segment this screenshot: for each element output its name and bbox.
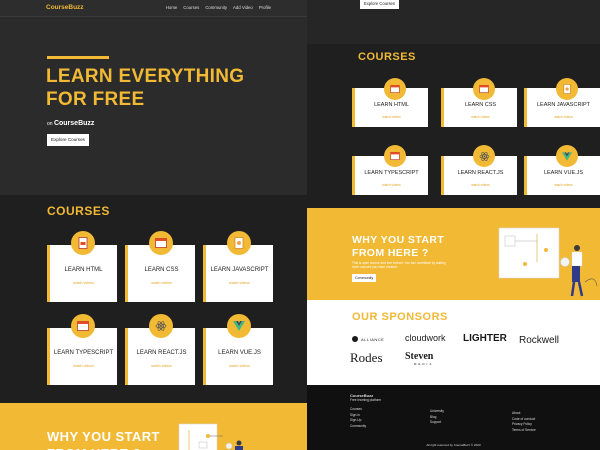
watch-videos-link[interactable]: watch videos bbox=[206, 281, 273, 285]
why-start-text: This is open source and free forever. Yo… bbox=[352, 261, 446, 269]
vue-logo-icon bbox=[556, 145, 578, 167]
watch-videos-link[interactable]: watch videos bbox=[444, 115, 517, 119]
course-name: LEARN VUE.JS bbox=[543, 170, 584, 176]
sponsors-section: OUR SPONSORS ALLIANCE cloudwork LIGHTER … bbox=[307, 300, 600, 385]
why-title-line-1: WHY YOU START bbox=[352, 234, 445, 246]
hero-subtitle: on CourseBuzz bbox=[47, 120, 94, 127]
why-title-line-2: FROM HERE ? bbox=[47, 445, 160, 450]
watch-videos-link[interactable]: watch videos bbox=[527, 115, 600, 119]
courses-section: COURSES LEARN HTML watch videos LEARN CS… bbox=[0, 195, 307, 403]
community-button[interactable]: Community bbox=[352, 274, 377, 282]
explore-courses-button[interactable]: Explore Courses bbox=[47, 134, 89, 146]
hero-on-prefix: on bbox=[47, 121, 53, 127]
why-start-section: WHY YOU START FROM HERE ? bbox=[0, 403, 307, 450]
why-start-title: WHY YOU START FROM HERE ? bbox=[47, 428, 160, 450]
watch-videos-link[interactable]: watch videos bbox=[355, 115, 428, 119]
whiteboard-illustration bbox=[178, 423, 243, 450]
ts-window-icon bbox=[71, 314, 95, 338]
sponsor-logo-rockwell: Rockwell bbox=[519, 335, 560, 346]
brand-logo[interactable]: CourseBuzz bbox=[46, 4, 84, 11]
sponsors-title: OUR SPONSORS bbox=[352, 311, 448, 323]
footer-col-2: University Blog Support bbox=[430, 409, 444, 426]
watch-videos-link[interactable]: watch videos bbox=[50, 364, 117, 368]
react-atom-icon bbox=[473, 145, 495, 167]
alliance-mark-icon bbox=[352, 336, 358, 342]
react-atom-icon bbox=[149, 314, 173, 338]
watch-videos-link[interactable]: watch videos bbox=[355, 183, 428, 187]
hero-on-brand: CourseBuzz bbox=[53, 120, 95, 127]
hero-title-line-2: FOR FREE bbox=[46, 89, 145, 110]
hero-title: LEARN EVERYTHING FOR FREE bbox=[46, 65, 286, 111]
course-name: LEARN TYPESCRIPT bbox=[364, 170, 419, 176]
css-window-icon bbox=[473, 78, 495, 100]
course-name: LEARN REACT.JS bbox=[136, 350, 187, 356]
hero-accent-bar bbox=[47, 56, 109, 59]
hero-title-line-1: LEARN EVERYTHING bbox=[46, 66, 245, 87]
navbar: CourseBuzz Home Courses Community Add Vi… bbox=[0, 0, 307, 17]
why-start-title: WHY YOU START FROM HERE ? bbox=[352, 234, 444, 260]
html-file-icon bbox=[71, 231, 95, 255]
watch-videos-link[interactable]: watch videos bbox=[206, 364, 273, 368]
ts-window-icon bbox=[384, 145, 406, 167]
courses-title: COURSES bbox=[358, 51, 416, 63]
whiteboard-illustration bbox=[498, 227, 598, 297]
footer-link-terms[interactable]: Terms of Service bbox=[512, 428, 536, 434]
footer-link-support[interactable]: Support bbox=[430, 420, 444, 426]
footer-col-3: About Code of conduct Privacy Policy Ter… bbox=[512, 411, 536, 433]
watch-videos-link[interactable]: watch videos bbox=[128, 281, 195, 285]
course-name: LEARN CSS bbox=[144, 267, 179, 273]
watch-videos-link[interactable]: watch videos bbox=[50, 281, 117, 285]
courses-title: COURSES bbox=[47, 204, 110, 218]
sponsor-logo-lighter: LIGHTER bbox=[463, 333, 507, 344]
course-name: LEARN REACT.JS bbox=[457, 170, 504, 176]
sponsor-logo-rodes: Rodes bbox=[350, 350, 383, 365]
courses-section: COURSES LEARN HTML watch videos LEARN CS… bbox=[307, 44, 600, 208]
course-name: LEARN TYPESCRIPT bbox=[53, 350, 114, 356]
course-name: LEARN VUE.JS bbox=[218, 350, 261, 356]
js-file-icon bbox=[227, 231, 251, 255]
hero-bottom-strip: Explore Courses bbox=[307, 0, 600, 44]
sponsor-logo-cloudwork: cloudwork bbox=[405, 333, 446, 343]
explore-courses-button[interactable]: Explore Courses bbox=[360, 0, 399, 9]
course-name: LEARN HTML bbox=[64, 267, 103, 273]
footer-tagline: Free learning platform bbox=[350, 398, 382, 402]
course-name: LEARN JAVASCRIPT bbox=[210, 267, 269, 273]
footer: CourseBuzz Free learning platform Course… bbox=[307, 385, 600, 450]
footer-copyright: All right reserved by CourseBuzz © 2020 bbox=[426, 443, 481, 447]
footer-col-1: Courses Sign in Sign Up Community bbox=[350, 407, 366, 429]
nav-link-courses[interactable]: Courses bbox=[183, 5, 199, 10]
course-name: LEARN CSS bbox=[464, 102, 497, 108]
why-title-line-2: FROM HERE ? bbox=[352, 247, 429, 259]
footer-link-community[interactable]: Community bbox=[350, 424, 366, 430]
watch-videos-link[interactable]: watch videos bbox=[527, 183, 600, 187]
why-title-line-1: WHY YOU START bbox=[47, 429, 160, 444]
html-file-icon bbox=[384, 78, 406, 100]
css-window-icon bbox=[149, 231, 173, 255]
nav-link-community[interactable]: Community bbox=[205, 5, 227, 10]
nav-link-home[interactable]: Home bbox=[166, 5, 177, 10]
vue-logo-icon bbox=[227, 314, 251, 338]
nav-link-add-video[interactable]: Add Video bbox=[233, 5, 253, 10]
scrolled-page-screenshot: Explore Courses COURSES LEARN HTML watch… bbox=[307, 0, 600, 450]
why-start-section: WHY YOU START FROM HERE ? This is open s… bbox=[307, 208, 600, 300]
watch-videos-link[interactable]: watch videos bbox=[444, 183, 517, 187]
sponsor-logo-alliance: ALLIANCE bbox=[352, 336, 384, 342]
nav-links: Home Courses Community Add Video Profile bbox=[166, 5, 271, 10]
nav-link-profile[interactable]: Profile bbox=[259, 5, 271, 10]
course-name: LEARN JAVASCRIPT bbox=[537, 102, 590, 108]
js-file-icon bbox=[556, 78, 578, 100]
sponsor-logo-steven-media: Steven MEDIA bbox=[405, 351, 434, 367]
home-page-screenshot: CourseBuzz Home Courses Community Add Vi… bbox=[0, 0, 307, 450]
course-name: LEARN HTML bbox=[374, 102, 409, 108]
hero-section: LEARN EVERYTHING FOR FREE on CourseBuzz … bbox=[0, 17, 307, 195]
watch-videos-link[interactable]: watch videos bbox=[128, 364, 195, 368]
footer-link-university[interactable]: University bbox=[430, 409, 444, 415]
